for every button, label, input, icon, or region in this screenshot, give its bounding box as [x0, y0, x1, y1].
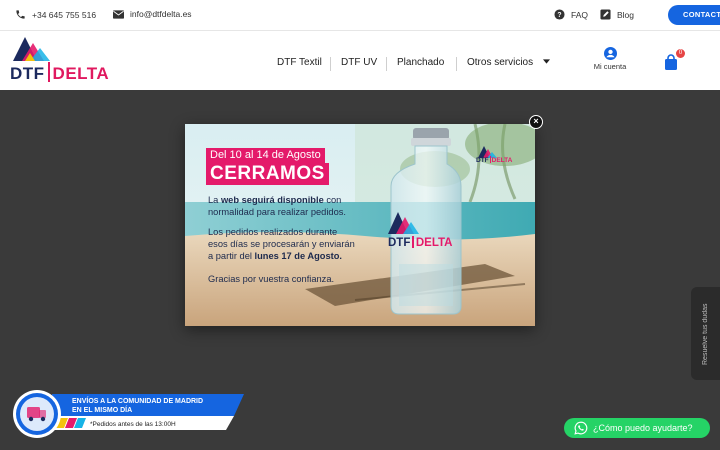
question-circle-icon: ?: [554, 9, 565, 20]
phone-number: +34 645 755 516: [32, 9, 97, 20]
corner-logo-text: DTF DELTA: [476, 156, 512, 164]
account-link[interactable]: Mi cuenta: [588, 47, 632, 71]
shopping-bag-icon: [665, 54, 677, 70]
whatsapp-label: ¿Cómo puedo ayudarte?: [593, 423, 693, 433]
promo-title: ENVÍOS A LA COMUNIDAD DE MADRID EN EL MIS…: [72, 398, 204, 414]
nav-dtf-uv[interactable]: DTF UV: [341, 57, 377, 68]
logo-triangles-icon: [13, 37, 50, 61]
dates-banner: Del 10 al 14 de Agosto: [206, 148, 325, 164]
nav-dtf-textil[interactable]: DTF Textil: [277, 57, 322, 68]
cart-button[interactable]: 0: [664, 49, 685, 75]
email-link[interactable]: info@dtfdelta.es: [113, 9, 192, 19]
contact-button[interactable]: CONTACT: [668, 5, 720, 25]
logo-dtf-text: DTF: [10, 64, 45, 83]
bottle-logo-text: DTF DELTA: [388, 236, 452, 249]
help-side-tab-label: Resuelve tus dudas: [702, 303, 709, 365]
thanks-line: Gracias por vuestra confianza.: [208, 274, 335, 284]
account-label: Mi cuenta: [593, 62, 627, 71]
logo-wordmark: DTF DELTA: [10, 62, 109, 84]
nav-otros-servicios-label: Otros servicios: [467, 57, 534, 68]
phone-icon: [16, 10, 25, 19]
bottle-logo-delta: DELTA: [415, 237, 453, 249]
closure-popup: DTF DELTA DTF DELTA Del 10 al 14 de Agosto…: [185, 124, 535, 326]
edit-icon: [600, 9, 611, 20]
orders-line-3: a partir del lunes 17 de Agosto.: [208, 251, 342, 261]
help-side-tab[interactable]: Resuelve tus dudas: [691, 287, 720, 380]
web-available-line: La web seguirá disponible con: [208, 195, 342, 205]
cart-count-badge: 0: [676, 49, 685, 58]
whatsapp-icon: [574, 421, 588, 435]
closed-banner: CERRAMOS: [206, 163, 329, 185]
blog-link[interactable]: Blog: [600, 9, 634, 20]
site-logo[interactable]: DTF DELTA: [10, 35, 120, 87]
orders-line-2: esos días se procesarán y enviarán: [208, 239, 355, 249]
orders-line-1: Los pedidos realizados durante: [208, 227, 338, 237]
corner-logo-dtf: DTF: [476, 157, 489, 164]
same-day-delivery-promo[interactable]: ENVÍOS A LA COMUNIDAD DE MADRID EN EL MIS…: [12, 388, 252, 440]
logo-delta-text: DELTA: [52, 64, 110, 83]
user-circle-icon: [603, 47, 617, 60]
whatsapp-chat-button[interactable]: ¿Cómo puedo ayudarte?: [564, 418, 710, 438]
promo-subtitle: *Pedidos antes de las 13:00H: [90, 421, 176, 428]
caret-down-icon: [542, 59, 550, 64]
close-popup-button[interactable]: ×: [529, 115, 543, 129]
nav-planchado[interactable]: Planchado: [397, 57, 444, 68]
corner-logo-delta: DELTA: [491, 157, 513, 164]
faq-link[interactable]: ? FAQ: [554, 9, 588, 20]
main-header: DTF DELTA DTF Textil DTF UV Planchado Otr…: [0, 31, 720, 90]
top-bar: +34 645 755 516 info@dtfdelta.es ? FAQ B…: [0, 0, 720, 31]
email-address: info@dtfdelta.es: [130, 9, 192, 19]
blog-label: Blog: [617, 9, 635, 20]
faq-label: FAQ: [571, 9, 589, 20]
svg-text:?: ?: [557, 12, 561, 19]
phone-link[interactable]: +34 645 755 516: [15, 9, 96, 20]
nav-otros-servicios[interactable]: Otros servicios: [467, 57, 550, 68]
envelope-icon: [113, 9, 124, 19]
web-available-line-2: normalidad para realizar pedidos.: [208, 207, 346, 217]
bottle-logo-dtf: DTF: [388, 237, 411, 249]
